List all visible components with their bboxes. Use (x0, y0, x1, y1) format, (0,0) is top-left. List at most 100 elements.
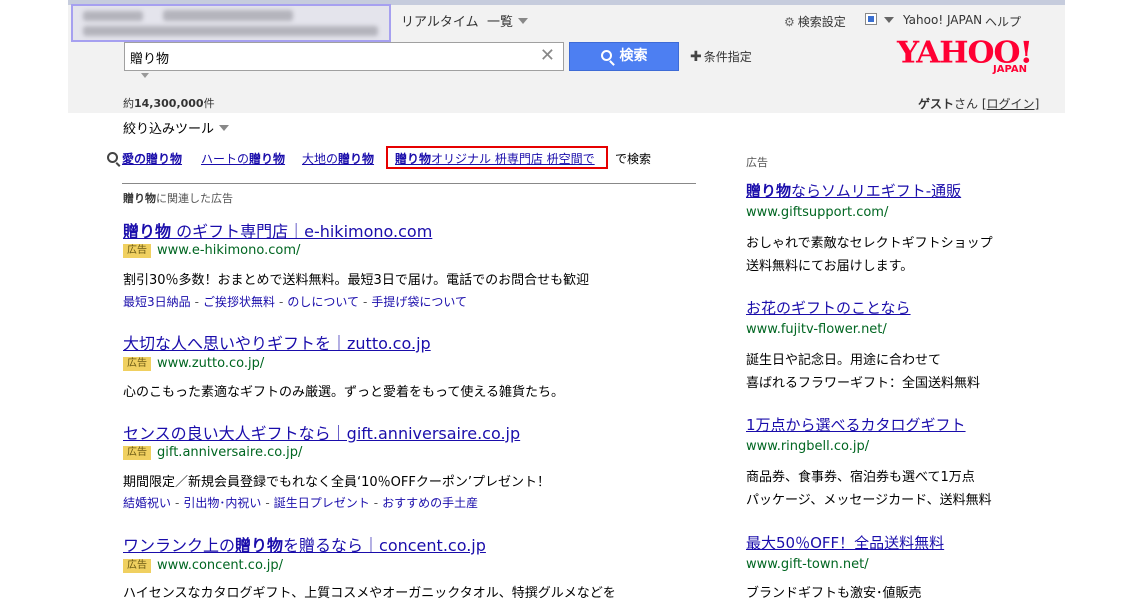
side-ad-heading: 広告 (746, 156, 768, 169)
search-button-label: 検索 (619, 48, 648, 64)
login-link[interactable]: ログイン (987, 97, 1035, 111)
side-ad-title-link[interactable]: お花のギフトのことなら (746, 297, 911, 318)
related-search-link[interactable]: ハートの贈り物 (201, 150, 285, 167)
search-settings-label: 検索設定 (797, 15, 846, 29)
ad-title-text: ワンランク上の (123, 536, 236, 555)
separator: - (265, 496, 270, 510)
ad-title-bold: 贈り物 (123, 222, 172, 241)
ad-result: 大切な人へ思いやりギフトを｜zutto.co.jp 広告 www.zutto.c… (123, 330, 703, 400)
ad-description: 割引30％多数！おまとめで送料無料。最短3日で届け。電話でのお問合せも歓迎 (123, 273, 590, 288)
plus-icon: ✚ (690, 49, 702, 65)
ad-sitelink[interactable]: 誕生日プレゼント (274, 496, 370, 510)
search-icon (600, 50, 612, 61)
side-ad-description: ブランドギフトも激安･値販売 (746, 586, 922, 600)
ad-result: ワンランク上の贈り物を贈るなら｜concent.co.jp 広告 www.con… (123, 532, 703, 600)
result-count: 約14,300,000件 (123, 95, 215, 111)
ad-sitelink[interactable]: 最短3日納品 (123, 295, 191, 309)
side-ad-title-bold: 贈り物 (746, 182, 792, 200)
chevron-down-icon (518, 18, 529, 24)
result-count-suffix: 件 (203, 97, 215, 110)
related-search-link[interactable]: 大地の贈り物 (302, 150, 374, 167)
related-search-suffix: で検索 (615, 152, 652, 166)
side-ad-description: 喜ばれるフラワーギフト：全国送料無料 (746, 376, 981, 391)
side-ad-url: www.fujitv-flower.net/ (746, 322, 887, 337)
ad-url: www.zutto.co.jp/ (157, 356, 265, 371)
result-count-prefix: 約 (123, 97, 134, 110)
ad-sitelink[interactable]: 手提げ袋について (371, 295, 467, 309)
result-count-number: 14,300,000 (134, 97, 204, 110)
side-ad-title-link[interactable]: 贈り物ならソムリエギフト-通販 (746, 180, 961, 201)
ad-badge: 広告 (123, 559, 151, 573)
clear-icon[interactable]: ✕ (540, 46, 555, 66)
ad-title-link[interactable]: ワンランク上の贈り物を贈るなら｜concent.co.jp (123, 532, 486, 556)
side-ad: お花のギフトのことなら www.fujitv-flower.net/ 誕生日や記… (746, 297, 1046, 392)
separator: - (373, 496, 379, 510)
ad-sitelinks: 結婚祝い - 引出物･内祝い - 誕生日プレゼント - おすすめの手土産 (123, 494, 478, 511)
side-ad-url: www.gift-town.net/ (746, 557, 869, 572)
bracket: ] (1034, 97, 1040, 111)
search-settings-link[interactable]: ⚙ 検索設定 (784, 13, 846, 30)
side-ad-description: 商品券、食事券、宿泊券も選べて1万点 (746, 470, 975, 485)
ad-description: 期間限定／新規会員登録でもれなく全員‘10％OFFクーポン’プレゼント！ (123, 475, 550, 490)
advanced-search-link[interactable]: ✚ 条件指定 (690, 48, 752, 65)
nav-realtime-link[interactable]: リアルタイム (401, 11, 479, 30)
side-ad-title-link[interactable]: 最大50％OFF！全品送料無料 (746, 532, 944, 553)
ad-section-heading: 贈り物に関連した広告 (123, 190, 233, 206)
ad-title-link[interactable]: センスの良い大人ギフトなら｜gift.anniversaire.co.jp (123, 420, 520, 444)
blurred-text (83, 26, 378, 36)
side-ad: 1万点から選べるカタログギフト www.ringbell.co.jp/ 商品券、… (746, 414, 1046, 509)
ad-result: 贈り物 のギフト専門店｜e-hikimono.com 広告 www.e-hiki… (123, 218, 703, 313)
ad-sitelinks: 最短3日納品 - ご挨拶状無料 - のしについて - 手提げ袋について (123, 293, 467, 310)
ad-title-bold: 贈り物 (235, 536, 284, 555)
ad-badge: 広告 (123, 244, 151, 258)
logo-sub-text: JAPAN (993, 64, 1027, 75)
related-search-link[interactable]: 愛の贈り物 (122, 150, 182, 167)
user-name: ゲスト (918, 97, 955, 111)
highlight-box (386, 146, 608, 169)
side-ad-url: www.giftsupport.com/ (746, 205, 889, 220)
ad-sitelink[interactable]: 引出物･内祝い (183, 496, 261, 510)
ad-heading-query: 贈り物 (123, 192, 156, 205)
nav-list-menu[interactable]: 一覧 (487, 11, 529, 30)
ad-sitelink[interactable]: ご挨拶状無料 (203, 295, 275, 309)
blurred-notice-box (71, 4, 391, 42)
side-ad-title-text: ならソムリエギフト-通販 (791, 182, 962, 200)
yahoo-japan-logo[interactable]: YAHOO! JAPAN (897, 36, 1035, 80)
side-ad-description: 誕生日や記念日。用途に合わせて (746, 353, 942, 368)
ad-title-link[interactable]: 大切な人へ思いやりギフトを｜zutto.co.jp (123, 330, 431, 354)
side-ad: 贈り物ならソムリエギフト-通販 www.giftsupport.com/ おしゃ… (746, 180, 1046, 275)
homepage-checkbox-icon[interactable] (865, 13, 877, 25)
related-search-text: 大地の (302, 152, 339, 166)
blurred-text (163, 10, 293, 21)
search-input[interactable] (130, 48, 530, 66)
separator: - (175, 496, 180, 510)
filter-tools-toggle[interactable]: 絞り込みツール (123, 118, 230, 137)
ad-url: gift.anniversaire.co.jp/ (157, 445, 303, 460)
side-ad-description: おしゃれで素敵なセレクトギフトショップ (746, 236, 993, 251)
chevron-down-icon[interactable] (884, 17, 894, 23)
search-box[interactable]: ✕ (124, 42, 564, 71)
ad-sitelink[interactable]: 結婚祝い (123, 496, 171, 510)
yahoo-japan-link[interactable]: Yahoo! JAPAN (903, 13, 982, 27)
ad-title-link[interactable]: 贈り物 のギフト専門店｜e-hikimono.com (123, 218, 432, 242)
side-ad-description: 送料無料にてお届けします。 (746, 259, 914, 274)
side-ad: 最大50％OFF！全品送料無料 www.gift-town.net/ ブランドギ… (746, 532, 1046, 600)
user-honorific: さん (954, 97, 979, 111)
side-ad-url: www.ringbell.co.jp/ (746, 439, 870, 454)
related-search-bold: 贈り物 (249, 152, 286, 166)
search-history-dropdown-icon[interactable] (141, 73, 149, 78)
side-ad-description: パッケージ、メッセージカード、送料無料 (746, 493, 992, 508)
ad-sitelink[interactable]: のしについて (287, 295, 359, 309)
help-link[interactable]: ヘルプ (985, 13, 1021, 30)
advanced-search-label: 条件指定 (703, 50, 752, 64)
ad-title-text: のギフト専門店｜e-hikimono.com (171, 222, 433, 241)
ad-badge: 広告 (123, 357, 151, 371)
ad-sitelink[interactable]: おすすめの手土産 (382, 496, 478, 510)
ad-url: www.e-hikimono.com/ (157, 243, 301, 258)
related-search-text: 愛の贈り物 (122, 152, 183, 166)
search-button[interactable]: 検索 (569, 42, 679, 71)
ad-description: ハイセンスなカタログギフト、上質コスメやオーガニックタオル、特撰グルメなどを (123, 586, 616, 600)
search-icon (107, 152, 118, 163)
side-ad-title-link[interactable]: 1万点から選べるカタログギフト (746, 414, 966, 435)
ad-description: 心のこもった素適なギフトのみ厳選。ずっと愛着をもって使える雑貨たち。 (123, 385, 564, 400)
